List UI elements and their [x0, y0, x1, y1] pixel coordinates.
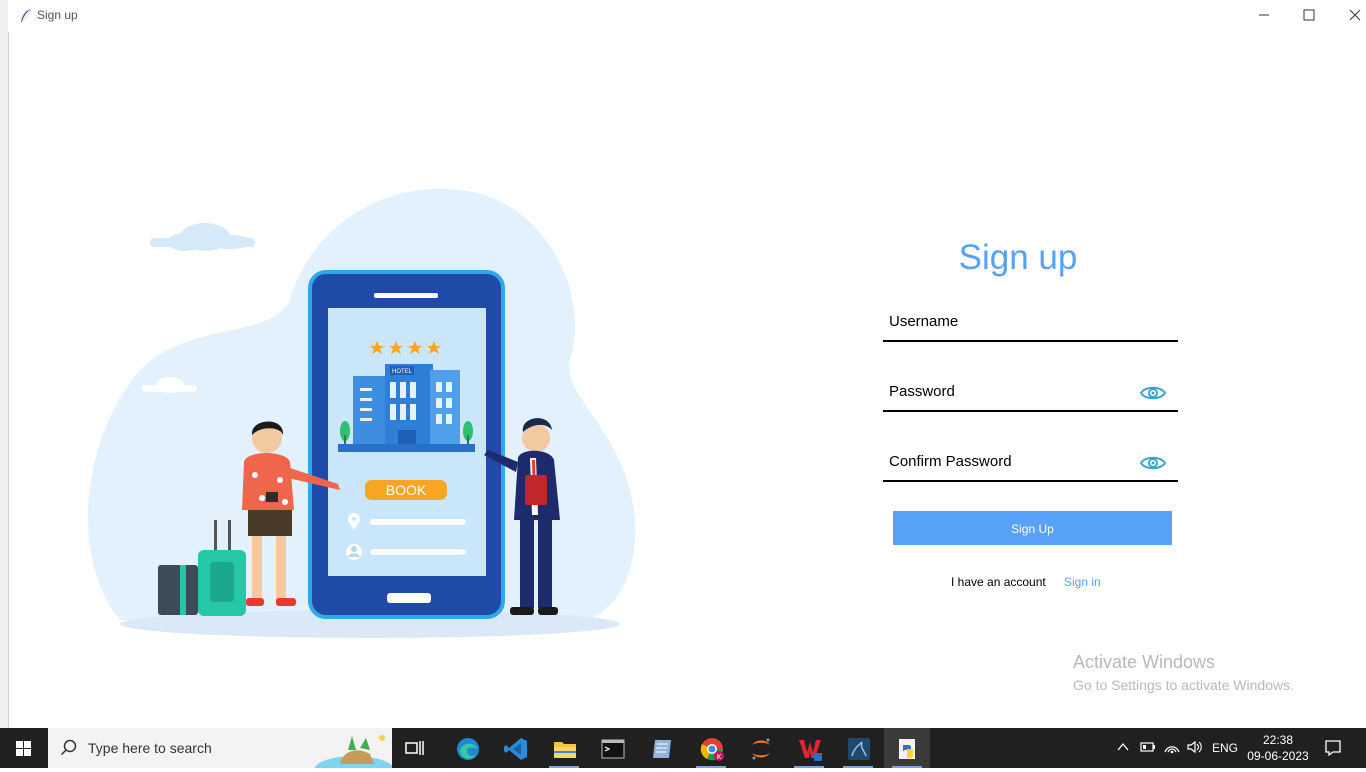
cloud-icon	[150, 223, 255, 251]
taskbar-app-notes[interactable]	[638, 728, 684, 768]
wifi-icon[interactable]	[1164, 740, 1180, 754]
chrome-icon: K	[700, 738, 724, 761]
jupyter-icon	[752, 738, 770, 760]
python-icon	[899, 739, 915, 759]
minimize-button[interactable]	[1241, 0, 1287, 30]
battery-icon[interactable]	[1140, 740, 1156, 754]
confirm-password-field-container	[883, 444, 1178, 482]
signup-heading: Sign up	[958, 238, 1078, 277]
user-icon	[346, 544, 362, 560]
windows-logo-icon	[16, 741, 31, 756]
taskbar-app-mysql-workbench[interactable]	[835, 728, 881, 768]
clock-date: 09-06-2023	[1247, 749, 1309, 763]
search-icon	[60, 739, 77, 756]
vscode-icon	[504, 738, 527, 760]
hotel-icon: HOTEL	[338, 364, 475, 452]
language-indicator[interactable]: ENG	[1212, 741, 1238, 755]
svg-text:HOTEL: HOTEL	[392, 369, 413, 375]
signup-button[interactable]: Sign Up	[893, 511, 1172, 545]
eye-icon[interactable]	[1139, 384, 1167, 402]
taskbar-app-jupyter[interactable]	[737, 728, 783, 768]
notes-icon	[653, 740, 671, 758]
book-label: BOOK	[386, 482, 427, 498]
taskbar-app-chrome[interactable]: K	[688, 728, 734, 768]
window-left-edge	[0, 0, 9, 728]
taskbar-app-terminal[interactable]	[589, 728, 635, 768]
taskbar-app-edge[interactable]	[444, 728, 490, 768]
database-icon	[848, 738, 870, 760]
volume-icon[interactable]	[1187, 740, 1203, 754]
feather-icon	[18, 8, 34, 24]
username-field-container	[883, 304, 1178, 342]
taskbar: Type here to search K ENG 22:38 09-06-20…	[0, 728, 1366, 768]
task-view-icon	[405, 741, 424, 755]
clock[interactable]: 22:38 09-06-2023	[1246, 732, 1310, 764]
chevron-up-icon[interactable]	[1116, 740, 1130, 754]
activate-windows-subtitle: Go to Settings to activate Windows.	[1073, 677, 1294, 693]
wps-icon	[799, 740, 822, 761]
maximize-button[interactable]	[1286, 0, 1332, 30]
edge-icon	[457, 738, 479, 760]
username-input[interactable]	[889, 308, 1129, 334]
confirm-password-input[interactable]	[889, 448, 1129, 474]
window-title: Sign up	[37, 8, 78, 22]
activate-windows-title: Activate Windows	[1073, 652, 1216, 672]
taskbar-app-vscode[interactable]	[492, 728, 538, 768]
signin-link[interactable]: Sign in	[1064, 575, 1101, 589]
taskbar-app-python[interactable]	[884, 728, 930, 768]
password-input[interactable]	[889, 378, 1129, 404]
password-field-container	[883, 374, 1178, 412]
taskbar-search-box[interactable]: Type here to search	[48, 728, 392, 768]
taskbar-app-file-explorer[interactable]	[541, 728, 587, 768]
search-highlight-art	[314, 735, 392, 768]
task-view-button[interactable]	[392, 728, 438, 768]
hotel-booking-illustration: HOTEL BOOK	[87, 188, 636, 638]
start-button[interactable]	[0, 728, 48, 768]
eye-icon[interactable]	[1139, 454, 1167, 472]
folder-icon	[554, 742, 576, 758]
close-button[interactable]	[1332, 0, 1366, 30]
terminal-icon	[601, 739, 625, 759]
clock-time: 22:38	[1262, 733, 1294, 747]
have-account-label: I have an account	[951, 575, 1046, 589]
search-placeholder: Type here to search	[88, 740, 212, 756]
taskbar-app-wps[interactable]	[786, 728, 832, 768]
title-bar: Sign up	[8, 0, 1366, 32]
svg-text:K: K	[717, 753, 722, 761]
notification-icon[interactable]	[1324, 739, 1342, 757]
